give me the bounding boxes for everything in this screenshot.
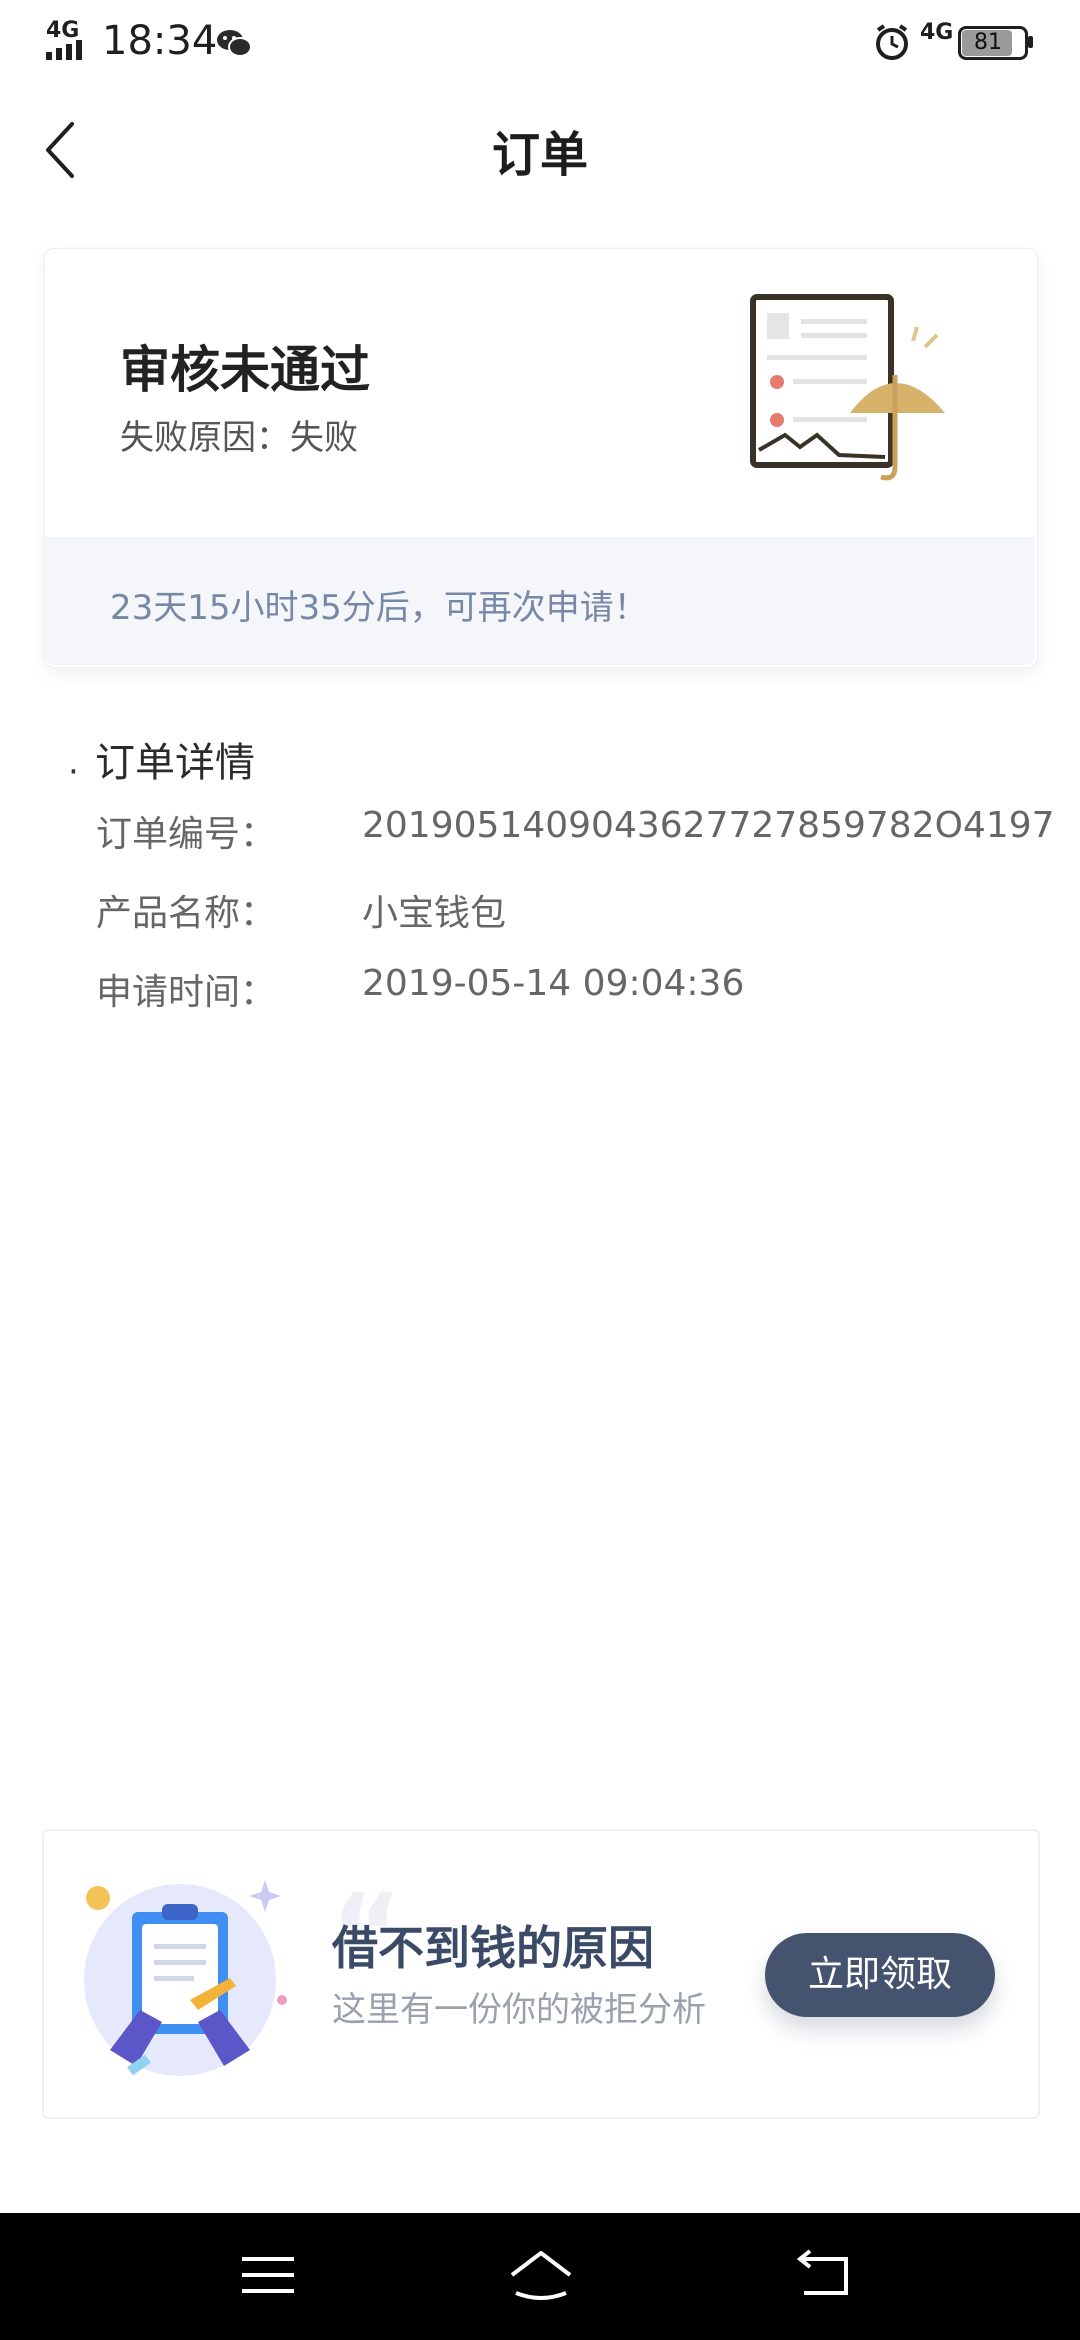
apply-time-label: 申请时间： (96, 972, 277, 1013)
claim-now-button[interactable]: 立即领取 (765, 1933, 995, 2017)
order-details-title: 订单详情 (95, 740, 255, 786)
battery-level: 81 (974, 30, 1002, 55)
signal-icon: 4G (44, 18, 94, 60)
wechat-icon (216, 28, 252, 62)
fail-reason: 失败原因：失败 (120, 410, 358, 459)
page-title: 订单 (491, 127, 588, 183)
fail-reason-label: 失败原因： (120, 418, 290, 458)
order-number-value: 2019051409043627727859782O4197 (362, 805, 1055, 846)
system-nav-bar (0, 2213, 1080, 2340)
clipboard-illustration (70, 1860, 300, 2090)
product-name-label: 产品名称： (96, 893, 277, 934)
product-name-value: 小宝钱包 (362, 893, 507, 934)
promo-title: 借不到钱的原因 (332, 1921, 654, 1975)
review-status-title: 审核未通过 (120, 341, 370, 399)
menu-icon[interactable] (240, 2253, 296, 2301)
section-bullet: · (68, 752, 79, 792)
alarm-icon (872, 22, 912, 66)
fail-reason-value: 失败 (290, 418, 358, 458)
order-number-label: 订单编号： (96, 814, 277, 855)
return-icon[interactable] (796, 2249, 854, 2303)
apply-time-value: 2019-05-14 09:04:36 (362, 963, 745, 1004)
battery-icon: 81 (958, 24, 1034, 60)
network-type-right: 4G (920, 20, 954, 45)
status-time: 18:34 (102, 18, 218, 64)
rejected-document-illustration (745, 285, 955, 495)
promo-subtitle: 这里有一份你的被拒分析 (332, 1990, 706, 2030)
home-icon[interactable] (506, 2247, 576, 2307)
status-bar: 4G 18:34 4G 81 (0, 0, 1080, 84)
retry-countdown-text: 23天15小时35分后，可再次申请！ (110, 588, 648, 628)
